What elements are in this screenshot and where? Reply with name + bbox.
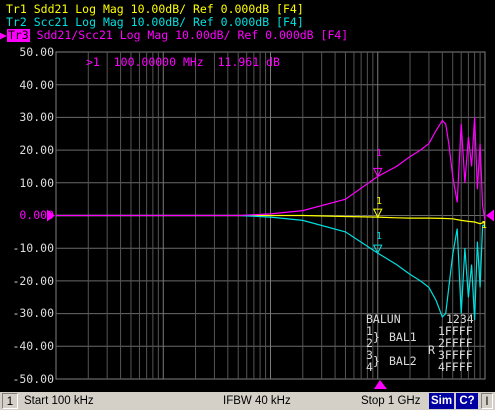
trace-1-label: Tr1: [6, 2, 27, 16]
y-tick-20: 20.00: [19, 143, 54, 157]
y-tick-30: 30.00: [19, 110, 54, 124]
ref-right-icon: [486, 209, 494, 222]
balun-port-4: 4: [366, 360, 373, 374]
marker-tag-tr2: 1: [376, 231, 383, 242]
balun-bracket-2: }: [373, 354, 380, 368]
marker-tag-end: 1: [481, 220, 488, 231]
y-tick-m30: -30.00: [12, 306, 54, 320]
marker-tag-tr1: 1: [376, 196, 383, 207]
y-tick-m40: -40.00: [12, 339, 54, 353]
marker-tag-tr3: 1: [376, 148, 383, 159]
marker-readout: >1 100.00000 MHz 11.961 dB: [86, 55, 280, 69]
y-tick-m50: -50.00: [12, 372, 54, 386]
trace-3-text: Sdd21/Scc21 Log Mag 10.00dB/ Ref 0.000dB…: [36, 28, 349, 42]
start-frequency[interactable]: Start 100 kHz: [24, 393, 94, 409]
channel-indicator[interactable]: 1: [2, 393, 18, 409]
cal-indicator[interactable]: C?: [456, 393, 478, 409]
y-tick-m10: -10.00: [12, 241, 54, 255]
active-trace-arrow-icon: ▶: [0, 28, 7, 42]
balun-code-4: 4FFFF: [438, 360, 473, 374]
trace-3-header[interactable]: ▶Tr3 Sdd21/Scc21 Log Mag 10.00dB/ Ref 0.…: [0, 29, 348, 42]
y-tick-50: 50.00: [19, 45, 54, 59]
trace-1-text: Sdd21 Log Mag 10.00dB/ Ref 0.000dB [F4]: [33, 2, 304, 16]
balun-bracket-1: }: [373, 330, 380, 344]
balun-bal1: BAL1: [389, 330, 417, 344]
y-tick-0: 0.000: [19, 208, 54, 222]
sim-indicator[interactable]: Sim: [429, 393, 454, 409]
status-bar: 1 Start 100 kHz IFBW 40 kHz Stop 1 GHz S…: [0, 392, 495, 410]
trace-3-label: Tr3: [6, 28, 30, 42]
marker-frequency: 100.00000 MHz: [113, 55, 204, 69]
stop-marker-icon: [374, 380, 387, 389]
y-tick-m20: -20.00: [12, 274, 54, 288]
balun-bal2: BAL2: [389, 354, 417, 368]
balun-r-flag: R: [428, 343, 435, 357]
ifbw[interactable]: IFBW 40 kHz: [223, 393, 291, 409]
trace-2-text: Scc21 Log Mag 10.00dB/ Ref 0.000dB [F4]: [33, 15, 304, 29]
trace-2-label: Tr2: [6, 15, 27, 29]
marker-id: >1: [86, 55, 100, 69]
marker-value: 11.961 dB: [217, 55, 280, 69]
stop-frequency[interactable]: Stop 1 GHz: [361, 393, 420, 409]
y-tick-10: 10.00: [19, 176, 54, 190]
y-tick-40: 40.00: [19, 78, 54, 92]
extra-indicator[interactable]: I: [481, 393, 493, 409]
